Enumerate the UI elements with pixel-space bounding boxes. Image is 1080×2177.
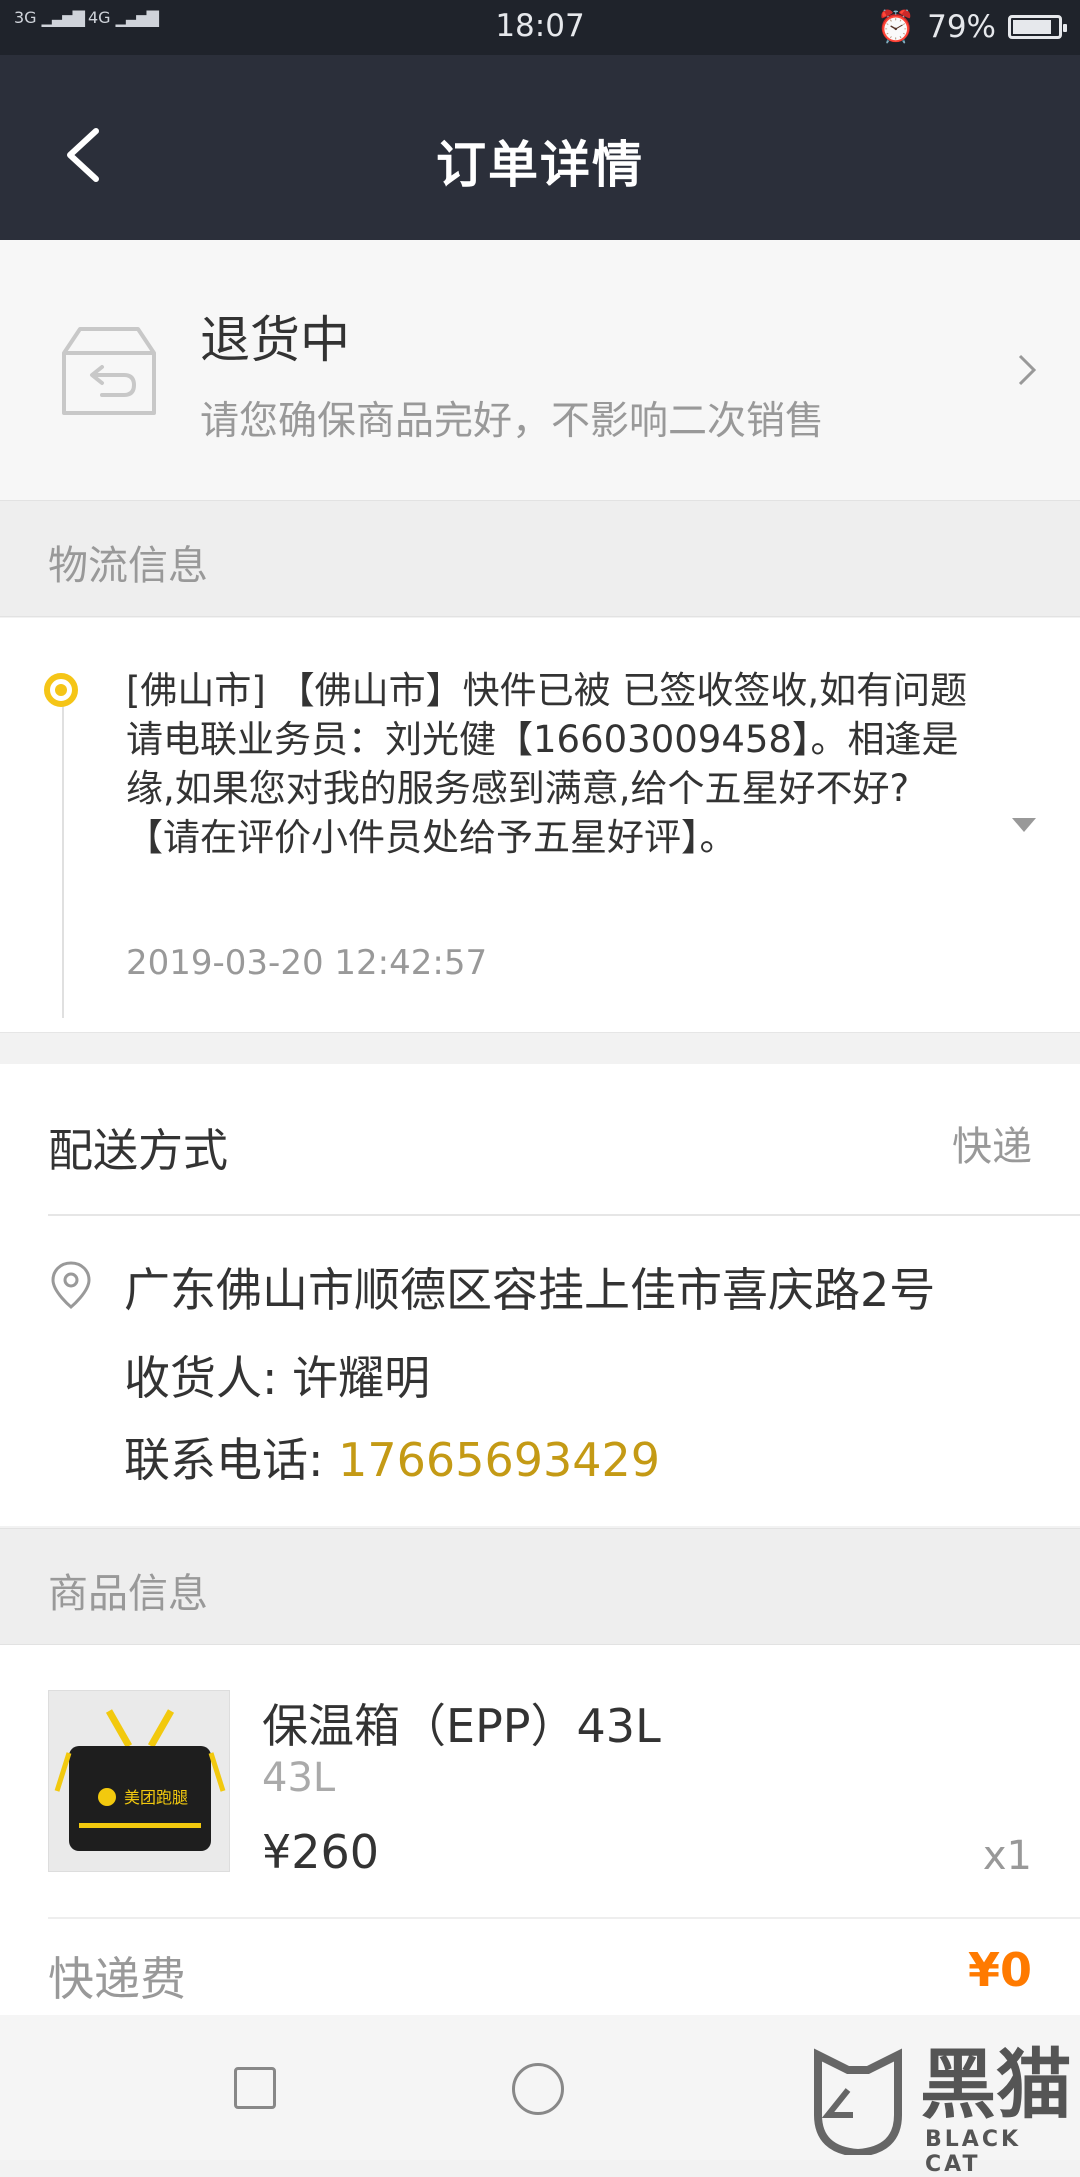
product-section-header: 商品信息 bbox=[0, 1528, 1080, 1645]
nav-bar: 订单详情 bbox=[0, 55, 1080, 240]
battery-percent: 79% bbox=[927, 8, 996, 45]
return-box-icon bbox=[62, 327, 156, 415]
status-subtitle: 请您确保商品完好，不影响二次销售 bbox=[200, 399, 825, 444]
logistics-time: 2019-03-20 12:42:57 bbox=[126, 943, 488, 983]
shipping-fee-value: ¥0 bbox=[967, 1943, 1032, 1997]
delivery-address: 广东佛山市顺德区容挂上佳市喜庆路2号 bbox=[124, 1263, 936, 1317]
black-cat-logo-icon bbox=[814, 2048, 902, 2155]
home-button[interactable] bbox=[512, 2063, 564, 2115]
recent-apps-button[interactable] bbox=[234, 2067, 276, 2109]
status-bar: 3G ▁▃▅▇ 4G ▁▃▅▇ 18:07 ⏰ 79% bbox=[0, 0, 1080, 55]
phone-label: 联系电话: bbox=[124, 1433, 339, 1487]
product-spec: 43L bbox=[262, 1755, 336, 1801]
product-thumbnail[interactable]: 美团跑腿 bbox=[48, 1690, 230, 1872]
page-title: 订单详情 bbox=[436, 136, 644, 194]
product-section: 美团跑腿 保温箱（EPP）43L 43L ¥260 x1 快递费 ¥0 bbox=[0, 1645, 1080, 2015]
timeline-line bbox=[62, 678, 64, 1018]
divider bbox=[48, 1917, 1080, 1919]
insulated-bag-image: 美团跑腿 bbox=[49, 1691, 229, 1871]
logistics-panel[interactable]: [佛山市] 【佛山市】快件已被 已签收签收,如有问题请电联业务员：刘光健【166… bbox=[0, 618, 1080, 1033]
shipping-fee-label: 快递费 bbox=[48, 1952, 186, 2006]
location-pin-icon bbox=[51, 1261, 91, 1309]
bag-logo-text: 美团跑腿 bbox=[124, 1788, 188, 1807]
status-right: ⏰ 79% bbox=[876, 8, 1067, 45]
logistics-section-title: 物流信息 bbox=[48, 543, 208, 589]
logistics-section-header: 物流信息 bbox=[0, 500, 1080, 617]
product-quantity: x1 bbox=[982, 1833, 1032, 1879]
status-title: 退货中 bbox=[200, 311, 350, 369]
dropdown-caret-icon[interactable] bbox=[1012, 818, 1036, 832]
divider bbox=[48, 1214, 1080, 1216]
alarm-icon: ⏰ bbox=[876, 9, 916, 45]
receiver-name: 收货人: 许耀明 bbox=[124, 1351, 431, 1405]
phone-number-link[interactable]: 17665693429 bbox=[338, 1433, 660, 1487]
delivery-method-value: 快递 bbox=[952, 1124, 1032, 1170]
battery-icon bbox=[1008, 14, 1067, 39]
logistics-message: [佛山市] 【佛山市】快件已被 已签收签收,如有问题请电联业务员：刘光健【166… bbox=[126, 669, 968, 859]
watermark-subtext: BLACK CAT bbox=[925, 2127, 1022, 2177]
contact-phone-row: 联系电话: 17665693429 bbox=[124, 1424, 660, 1490]
product-price: ¥260 bbox=[262, 1825, 380, 1879]
product-section-title: 商品信息 bbox=[48, 1571, 208, 1617]
delivery-method-label: 配送方式 bbox=[48, 1124, 229, 1177]
system-nav-bar: 黑猫 BLACK CAT bbox=[0, 2015, 1080, 2177]
order-status-card[interactable]: 退货中 请您确保商品完好，不影响二次销售 bbox=[0, 240, 1080, 500]
timeline-dot-icon bbox=[44, 673, 78, 707]
chevron-right-icon bbox=[1018, 354, 1037, 386]
product-name: 保温箱（EPP）43L bbox=[262, 1699, 661, 1753]
watermark-text: 黑猫 bbox=[920, 2040, 1072, 2129]
delivery-section: 配送方式 快递 广东佛山市顺德区容挂上佳市喜庆路2号 收货人: 许耀明 联系电话… bbox=[0, 1064, 1080, 1526]
